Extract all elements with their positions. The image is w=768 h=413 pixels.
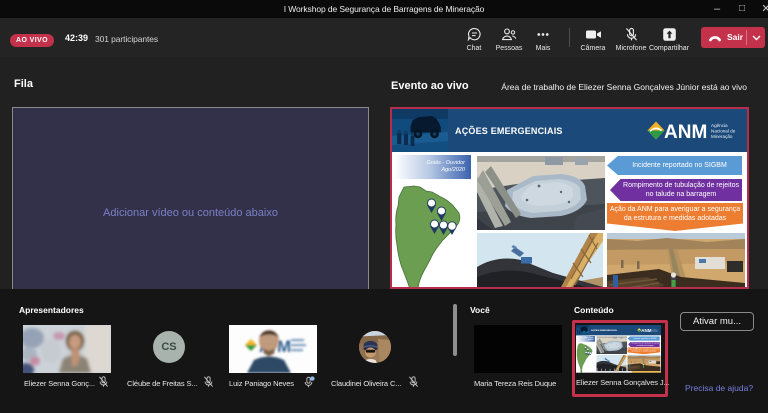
svg-text:M: M [277,337,291,356]
svg-text:Mineração: Mineração [711,134,733,139]
svg-text:Agência: Agência [711,123,728,128]
svg-text:Nacional de: Nacional de [711,129,736,134]
svg-text:ANM: ANM [664,122,707,143]
svg-text:ANM: ANM [641,328,652,333]
